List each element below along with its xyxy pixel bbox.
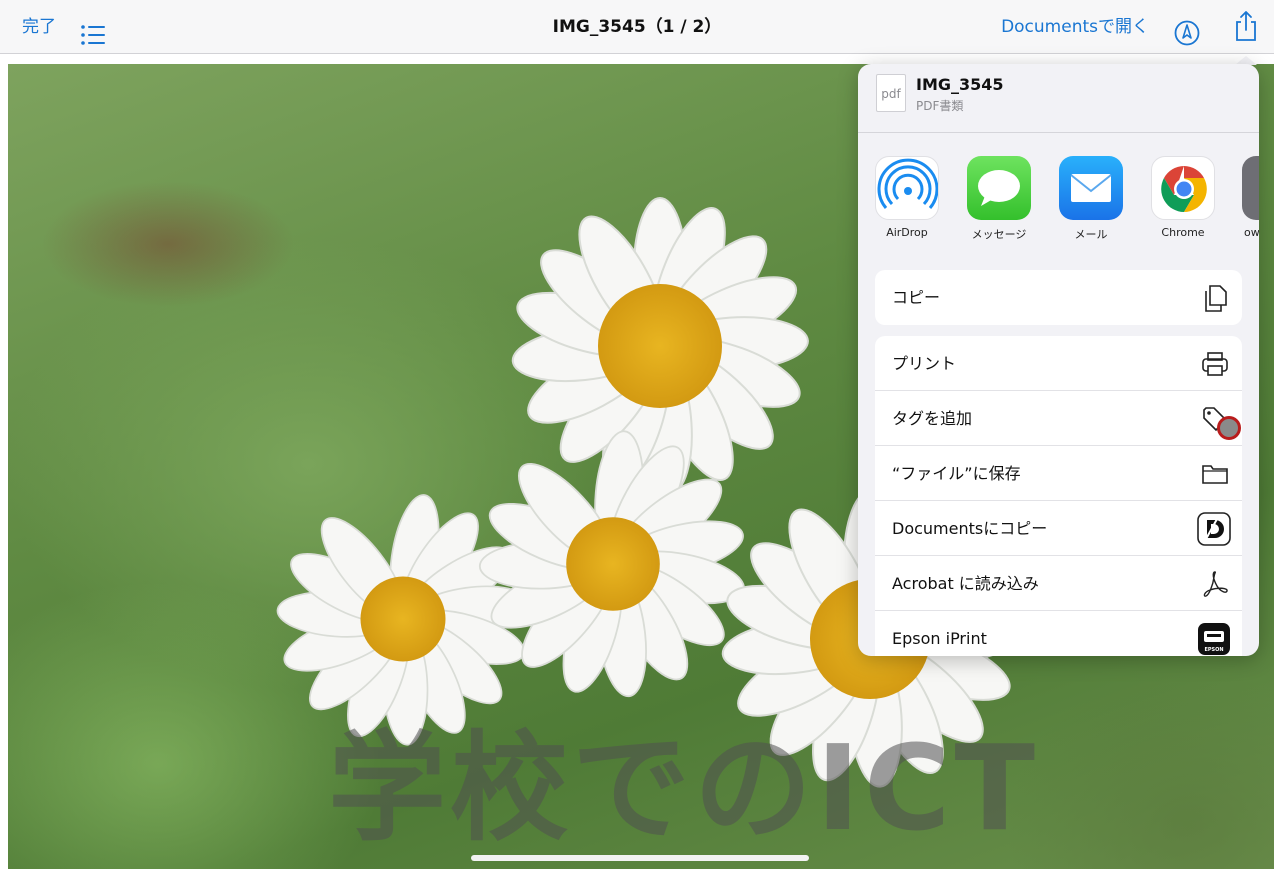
action-add-tag[interactable]: タグを追加	[875, 391, 1242, 446]
file-type: PDF書類	[916, 99, 964, 113]
action-group-main: プリント タグを追加 “ファイル”に保存 Documentsにコピー Acrob…	[875, 336, 1242, 656]
list-icon[interactable]	[80, 15, 106, 45]
acrobat-icon	[1200, 569, 1230, 599]
documents-app-icon	[1197, 512, 1231, 546]
action-label: プリント	[892, 354, 957, 373]
top-navigation-bar: 完了 IMG_3545（1 / 2） Documentsで開く	[0, 0, 1274, 54]
share-sheet-header: pdf IMG_3545 PDF書類	[858, 64, 1259, 133]
action-label: “ファイル”に保存	[892, 464, 1021, 483]
chrome-icon	[1151, 156, 1215, 220]
share-sheet: pdf IMG_3545 PDF書類 AirDrop メッセージ メール Chr…	[858, 64, 1259, 656]
epson-badge-text: EPSON	[1204, 647, 1223, 653]
pdf-file-icon: pdf	[876, 74, 906, 112]
action-epson-iprint[interactable]: Epson iPrint EPSON	[875, 611, 1242, 656]
folder-icon	[1200, 459, 1230, 489]
open-in-documents-button[interactable]: Documentsで開く	[1001, 0, 1149, 54]
touch-indicator	[1217, 416, 1241, 440]
app-label: AirDrop	[886, 226, 928, 239]
action-save-to-files[interactable]: “ファイル”に保存	[875, 446, 1242, 501]
action-copy-to-documents[interactable]: Documentsにコピー	[875, 501, 1242, 556]
share-app-partial[interactable]: ow	[1236, 156, 1259, 239]
file-name: IMG_3545	[916, 75, 1004, 94]
airdrop-icon	[875, 156, 939, 220]
share-icon[interactable]	[1233, 10, 1259, 42]
watermark-text: 学校でのICT	[328, 719, 1039, 857]
action-label: Acrobat に読み込み	[892, 574, 1039, 593]
action-label: コピー	[892, 288, 941, 307]
action-import-acrobat[interactable]: Acrobat に読み込み	[875, 556, 1242, 611]
messages-icon	[967, 156, 1031, 220]
app-label: メッセージ	[971, 228, 1027, 241]
done-button[interactable]: 完了	[22, 0, 56, 54]
share-app-chrome[interactable]: Chrome	[1144, 156, 1222, 239]
markup-icon[interactable]	[1174, 14, 1200, 46]
app-label: Chrome	[1161, 226, 1205, 239]
epson-icon: EPSON	[1197, 622, 1231, 656]
action-group-copy: コピー	[875, 270, 1242, 325]
share-app-airdrop[interactable]: AirDrop	[868, 156, 946, 239]
print-icon	[1200, 349, 1230, 379]
mail-icon	[1059, 156, 1123, 220]
copy-icon	[1200, 283, 1230, 313]
action-label: Documentsにコピー	[892, 519, 1048, 538]
share-apps-row: AirDrop メッセージ メール Chrome ow	[858, 132, 1259, 250]
share-app-messages[interactable]: メッセージ	[960, 156, 1038, 242]
home-indicator[interactable]	[471, 855, 809, 861]
action-label: Epson iPrint	[892, 629, 987, 648]
app-label: ow	[1244, 226, 1259, 239]
action-label: タグを追加	[892, 409, 973, 428]
action-copy[interactable]: コピー	[875, 270, 1242, 325]
app-label: メール	[1074, 228, 1108, 241]
share-app-mail[interactable]: メール	[1052, 156, 1130, 242]
partial-app-icon	[1242, 156, 1259, 220]
action-print[interactable]: プリント	[875, 336, 1242, 391]
